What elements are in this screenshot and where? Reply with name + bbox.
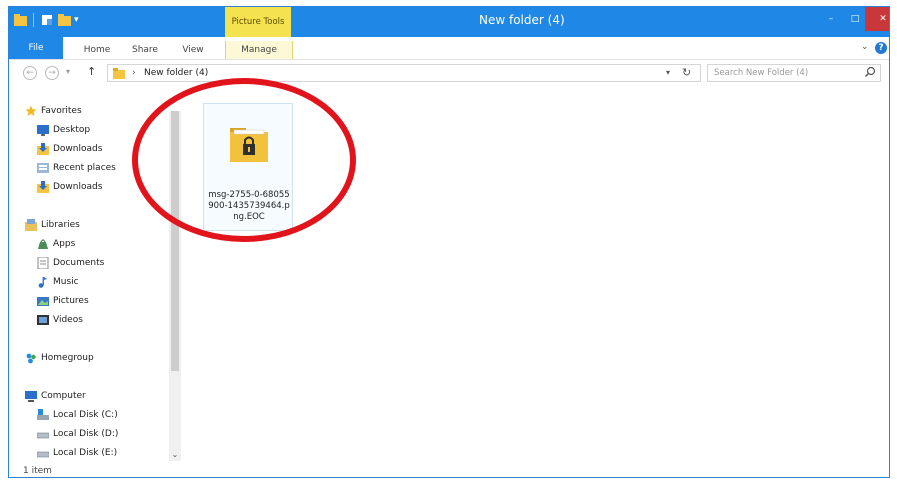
maximize-icon: □ bbox=[850, 14, 860, 24]
sidebar-item-documents[interactable]: Documents bbox=[37, 255, 104, 271]
close-icon: ✕ bbox=[879, 14, 887, 24]
sidebar-item-label: Downloads bbox=[53, 144, 103, 154]
properties-icon[interactable] bbox=[40, 13, 54, 27]
music-icon bbox=[37, 276, 49, 288]
computer-label: Computer bbox=[41, 391, 86, 401]
help-icon[interactable]: ? bbox=[875, 42, 887, 54]
favorites-node[interactable]: Favorites bbox=[25, 103, 82, 119]
downloads-icon bbox=[37, 143, 49, 155]
search-placeholder: Search New Folder (4) bbox=[714, 68, 809, 78]
sidebar-item-label: Documents bbox=[53, 258, 105, 268]
breadcrumb[interactable]: New folder (4) bbox=[144, 68, 208, 78]
explorer-window: ▾ Picture Tools New folder (4) – □ ✕ Fil… bbox=[8, 6, 890, 478]
item-count: 1 item bbox=[23, 466, 52, 476]
documents-icon bbox=[37, 256, 49, 270]
picture-tools-context-tab: Picture Tools bbox=[225, 7, 291, 37]
desktop-icon bbox=[37, 124, 49, 136]
scroll-down-icon[interactable]: ⌄ bbox=[169, 448, 181, 460]
sidebar-item-label: Local Disk (C:) bbox=[53, 410, 118, 420]
customize-toolbar-icon[interactable]: ▾ bbox=[74, 15, 79, 25]
minimize-button[interactable]: – bbox=[819, 7, 843, 31]
address-input[interactable]: › New folder (4) ▾ ↻ bbox=[107, 64, 701, 82]
sidebar-item-music[interactable]: Music bbox=[37, 274, 79, 290]
title-bar: ▾ Picture Tools New folder (4) – □ ✕ bbox=[9, 7, 889, 37]
quick-access-toolbar: ▾ bbox=[13, 13, 79, 27]
local-disk-c-icon bbox=[37, 409, 49, 421]
libraries-icon bbox=[25, 219, 37, 231]
search-icon[interactable] bbox=[864, 66, 876, 81]
window-title: New folder (4) bbox=[479, 13, 565, 27]
local-disk-icon bbox=[36, 447, 50, 459]
homegroup-label: Homegroup bbox=[41, 353, 94, 363]
sidebar-item-local-disk-c[interactable]: Local Disk (C:) bbox=[37, 407, 118, 423]
chevron-right-icon[interactable]: › bbox=[132, 68, 136, 78]
sidebar-item-label: Recent places bbox=[53, 163, 116, 173]
favorites-label: Favorites bbox=[41, 106, 82, 116]
homegroup-icon bbox=[25, 352, 37, 364]
maximize-button[interactable]: □ bbox=[843, 7, 867, 31]
back-button[interactable]: ← bbox=[23, 66, 37, 80]
apps-icon bbox=[37, 238, 49, 250]
tab-file[interactable]: File bbox=[9, 37, 63, 59]
downloads-icon bbox=[37, 181, 49, 193]
sidebar-item-local-disk-e[interactable]: Local Disk (E:) bbox=[36, 445, 118, 461]
minimize-icon: – bbox=[828, 14, 834, 24]
sidebar-item-local-disk-d[interactable]: Local Disk (D:) bbox=[36, 426, 119, 442]
tab-share[interactable]: Share bbox=[125, 41, 165, 59]
libraries-node[interactable]: Libraries bbox=[25, 217, 80, 233]
sidebar-item-label: Pictures bbox=[53, 296, 89, 306]
sidebar-item-label: Downloads bbox=[53, 182, 103, 192]
folder-icon[interactable] bbox=[13, 13, 27, 27]
tab-manage[interactable]: Manage bbox=[225, 41, 293, 59]
up-arrow-icon[interactable]: ↑ bbox=[87, 65, 96, 78]
folder-icon bbox=[113, 68, 125, 82]
sidebar-item-apps[interactable]: Apps bbox=[37, 236, 75, 252]
sidebar-item-pictures[interactable]: Pictures bbox=[37, 293, 89, 309]
videos-icon bbox=[37, 314, 49, 326]
sidebar-item-label: Local Disk (E:) bbox=[53, 448, 118, 458]
tab-view[interactable]: View bbox=[175, 41, 211, 59]
forward-button[interactable]: → bbox=[45, 66, 59, 80]
refresh-icon[interactable]: ↻ bbox=[682, 66, 691, 79]
sidebar-item-label: Music bbox=[53, 277, 79, 287]
sidebar-item-desktop[interactable]: Desktop bbox=[37, 122, 90, 138]
star-icon bbox=[25, 105, 37, 117]
recent-places-icon bbox=[37, 162, 49, 174]
computer-icon bbox=[25, 390, 37, 402]
status-bar: 1 item bbox=[9, 463, 889, 477]
sidebar-item-label: Videos bbox=[53, 315, 83, 325]
chevron-down-icon[interactable]: ▾ bbox=[666, 68, 670, 77]
sidebar-item-label: Local Disk (D:) bbox=[53, 429, 119, 439]
homegroup-node[interactable]: Homegroup bbox=[25, 350, 94, 366]
sidebar-item-videos[interactable]: Videos bbox=[37, 312, 83, 328]
new-folder-icon[interactable] bbox=[57, 13, 71, 27]
computer-node[interactable]: Computer bbox=[25, 388, 86, 404]
close-button[interactable]: ✕ bbox=[865, 7, 889, 31]
sidebar-item-recent-places[interactable]: Recent places bbox=[37, 160, 116, 176]
search-input[interactable]: Search New Folder (4) bbox=[707, 64, 881, 82]
local-disk-icon bbox=[36, 428, 50, 440]
tab-home[interactable]: Home bbox=[75, 41, 119, 59]
sidebar-item-label: Desktop bbox=[53, 125, 91, 135]
address-bar-row: ← → ▾ ↑ › New folder (4) ▾ ↻ Search New … bbox=[9, 60, 889, 88]
sidebar-item-downloads-2[interactable]: Downloads bbox=[37, 179, 102, 195]
recent-locations-icon[interactable]: ▾ bbox=[66, 67, 70, 76]
libraries-label: Libraries bbox=[41, 220, 80, 230]
sidebar-item-label: Apps bbox=[53, 239, 76, 249]
separator bbox=[33, 13, 34, 27]
expand-ribbon-icon[interactable]: ⌄ bbox=[861, 42, 869, 52]
sidebar-item-downloads[interactable]: Downloads bbox=[37, 141, 102, 157]
pictures-icon bbox=[37, 295, 49, 307]
annotation-highlight-oval bbox=[132, 78, 356, 242]
ribbon-tabs: File Home Share View Manage ⌄ ? bbox=[9, 37, 889, 60]
